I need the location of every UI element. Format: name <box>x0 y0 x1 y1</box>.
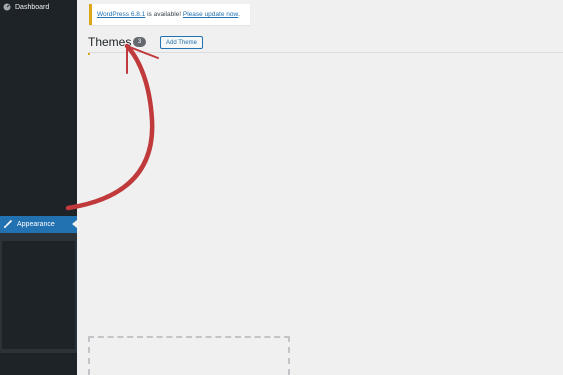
sidebar-item-label: Dashboard <box>15 3 50 11</box>
add-theme-button[interactable]: Add Theme <box>160 36 203 49</box>
admin-sidebar: Dashboard Appearance <box>0 0 77 375</box>
notice-text: is available! <box>145 11 183 18</box>
page-title: Themes <box>88 35 132 49</box>
sidebar-item-label: Appearance <box>17 221 55 228</box>
paintbrush-icon <box>3 220 12 229</box>
header-divider <box>88 52 563 53</box>
current-menu-pointer <box>72 220 77 228</box>
annotation-arrow <box>65 43 159 211</box>
add-new-theme-card[interactable] <box>88 336 290 375</box>
sidebar-item-dashboard[interactable]: Dashboard <box>0 0 77 14</box>
submenu-panel <box>2 241 75 349</box>
notice-end: . <box>238 11 240 18</box>
update-now-link[interactable]: Please update now <box>183 11 238 18</box>
wordpress-version-link[interactable]: WordPress 6.8.1 <box>97 11 145 18</box>
sidebar-item-appearance[interactable]: Appearance <box>0 216 77 233</box>
wp-admin-themes-screen: Dashboard Appearance WordPress 6.8.1 is … <box>0 0 563 375</box>
theme-count-badge: 3 <box>133 37 146 47</box>
update-notice: WordPress 6.8.1 is available! Please upd… <box>89 4 250 25</box>
appearance-submenu <box>0 233 77 353</box>
active-marker <box>88 53 90 55</box>
gauge-icon <box>3 3 11 11</box>
